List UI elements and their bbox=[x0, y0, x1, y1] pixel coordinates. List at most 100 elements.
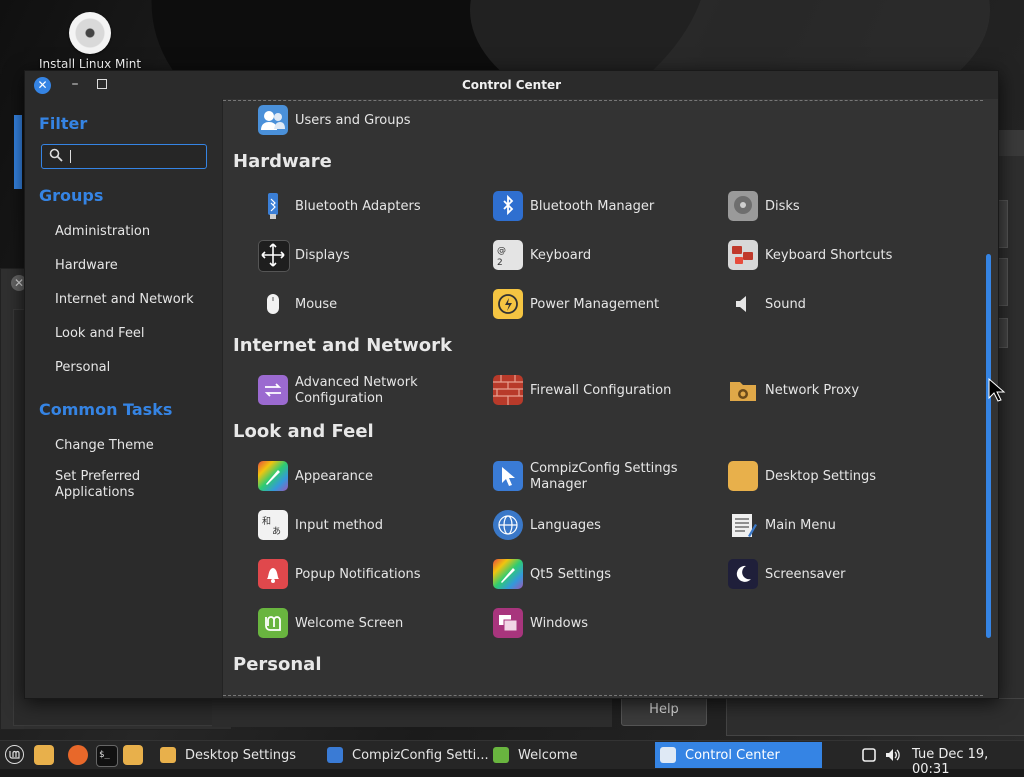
files-icon[interactable] bbox=[34, 745, 54, 765]
item-label: Network Proxy bbox=[765, 383, 860, 398]
item-disks[interactable]: Disks bbox=[728, 191, 958, 223]
background-window-footer bbox=[212, 697, 612, 727]
task-label: CompizConfig Setti... bbox=[352, 747, 489, 763]
svg-text:2: 2 bbox=[497, 258, 503, 268]
folder-icon[interactable] bbox=[123, 745, 143, 765]
item-label: CompizConfig Settings Manager bbox=[530, 461, 678, 492]
window-title: Control Center bbox=[461, 78, 562, 92]
sidebar-item-administration[interactable]: Administration bbox=[55, 224, 205, 240]
item-users-and-groups[interactable]: Users and Groups bbox=[258, 105, 488, 137]
sidebar-item-personal[interactable]: Personal bbox=[55, 360, 205, 376]
bell-icon bbox=[258, 559, 288, 589]
item-compizconfig-settings-manager[interactable]: CompizConfig Settings Manager bbox=[493, 461, 723, 493]
item-displays[interactable]: Displays bbox=[258, 240, 488, 272]
workspace-icon[interactable] bbox=[861, 747, 877, 763]
mouse-icon bbox=[258, 289, 288, 319]
keyboard-shortcuts-icon bbox=[728, 240, 758, 270]
item-keyboard-shortcuts[interactable]: Keyboard Shortcuts bbox=[728, 240, 958, 272]
item-qt5-settings[interactable]: Qt5 Settings bbox=[493, 559, 723, 591]
item-keyboard[interactable]: @2 Keyboard bbox=[493, 240, 723, 272]
item-advanced-network-configuration[interactable]: Advanced Network Configuration bbox=[258, 375, 488, 407]
moon-icon bbox=[728, 559, 758, 589]
task-welcome[interactable]: Welcome bbox=[493, 742, 643, 768]
item-desktop-settings[interactable]: Desktop Settings bbox=[728, 461, 958, 493]
sidebar-item-internet-and-network[interactable]: Internet and Network bbox=[55, 292, 205, 308]
firewall-icon bbox=[493, 375, 523, 405]
groups-heading: Groups bbox=[39, 186, 104, 205]
speaker-icon bbox=[728, 289, 758, 319]
task-label: Welcome bbox=[518, 747, 578, 763]
section-heading-internet-and-network: Internet and Network bbox=[233, 335, 452, 356]
item-input-method[interactable]: 和あ Input method bbox=[258, 510, 488, 542]
item-windows[interactable]: Windows bbox=[493, 608, 723, 640]
item-bluetooth-adapters[interactable]: Bluetooth Adapters bbox=[258, 191, 488, 223]
task-desktop-settings[interactable]: Desktop Settings bbox=[160, 742, 310, 768]
background-control bbox=[998, 258, 1008, 306]
qt5-settings-icon bbox=[493, 559, 523, 589]
item-label: Mouse bbox=[295, 297, 338, 312]
item-bluetooth-manager[interactable]: Bluetooth Manager bbox=[493, 191, 723, 223]
taskbar: $_ Desktop Settings CompizConfig Setti..… bbox=[0, 740, 1024, 777]
scrollbar-thumb[interactable] bbox=[986, 254, 991, 638]
globe-icon bbox=[493, 510, 523, 540]
desktop-icon-install[interactable]: Install Linux Mint bbox=[30, 10, 150, 71]
item-popup-notifications[interactable]: Popup Notifications bbox=[258, 559, 488, 591]
displays-icon bbox=[258, 240, 290, 272]
item-power-management[interactable]: Power Management bbox=[493, 289, 723, 321]
item-mouse[interactable]: Mouse bbox=[258, 289, 488, 321]
mint-logo-icon bbox=[493, 747, 509, 763]
item-label: Displays bbox=[295, 248, 350, 263]
item-label: Disks bbox=[765, 199, 800, 214]
svg-text:あ: あ bbox=[272, 526, 281, 537]
users-icon bbox=[258, 105, 288, 135]
clock[interactable]: Tue Dec 19, 00:31 bbox=[912, 747, 1024, 777]
search-input[interactable] bbox=[41, 144, 207, 169]
task-change-theme[interactable]: Change Theme bbox=[55, 438, 205, 454]
item-label: Appearance bbox=[295, 469, 374, 484]
item-sound[interactable]: Sound bbox=[728, 289, 958, 321]
item-languages[interactable]: Languages bbox=[493, 510, 723, 542]
item-label: Main Menu bbox=[765, 518, 836, 533]
desktop-settings-icon bbox=[728, 461, 758, 491]
desktop-settings-icon bbox=[160, 747, 176, 763]
bluetooth-icon bbox=[493, 191, 523, 221]
sidebar-item-look-and-feel[interactable]: Look and Feel bbox=[55, 326, 205, 342]
item-welcome-screen[interactable]: Welcome Screen bbox=[258, 608, 488, 640]
item-label: Screensaver bbox=[765, 567, 846, 582]
background-window-footer-right bbox=[726, 698, 1024, 736]
task-compizconfig[interactable]: CompizConfig Setti... bbox=[327, 742, 489, 768]
sidebar-item-hardware[interactable]: Hardware bbox=[55, 258, 205, 274]
item-label: Keyboard Shortcuts bbox=[765, 248, 893, 263]
background-control bbox=[998, 318, 1008, 348]
svg-text:$_: $_ bbox=[99, 750, 110, 760]
item-label: Keyboard bbox=[530, 248, 592, 263]
task-control-center[interactable]: Control Center bbox=[655, 742, 822, 768]
disc-icon bbox=[69, 12, 111, 54]
volume-icon[interactable] bbox=[884, 747, 900, 763]
terminal-icon[interactable]: $_ bbox=[96, 745, 118, 767]
item-label: Welcome Screen bbox=[295, 616, 404, 631]
svg-text:和: 和 bbox=[262, 516, 271, 527]
item-main-menu[interactable]: Main Menu bbox=[728, 510, 958, 542]
background-control bbox=[998, 200, 1008, 248]
mint-menu-icon[interactable] bbox=[5, 745, 24, 764]
item-firewall-configuration[interactable]: Firewall Configuration bbox=[493, 375, 723, 407]
item-network-proxy[interactable]: Network Proxy bbox=[728, 375, 958, 407]
item-screensaver[interactable]: Screensaver bbox=[728, 559, 958, 591]
disk-icon bbox=[728, 191, 758, 221]
svg-text:@: @ bbox=[497, 246, 506, 256]
task-set-preferred-applications[interactable]: Set Preferred Applications bbox=[55, 469, 165, 501]
background-window-accent bbox=[14, 115, 22, 189]
item-label: Input method bbox=[295, 518, 383, 533]
windows-icon bbox=[493, 608, 523, 638]
control-center-window: ✕ – Control Center Filter Groups Adminis… bbox=[24, 70, 999, 699]
item-appearance[interactable]: Appearance bbox=[258, 461, 488, 493]
mint-logo-icon bbox=[258, 608, 288, 638]
task-label: Control Center bbox=[685, 747, 780, 763]
title-bar[interactable]: ✕ – Control Center bbox=[25, 71, 998, 99]
task-label: Desktop Settings bbox=[185, 747, 297, 763]
firefox-icon[interactable] bbox=[68, 745, 88, 765]
compizconfig-icon bbox=[493, 461, 523, 491]
keyboard-icon: @2 bbox=[493, 240, 523, 270]
network-icon bbox=[258, 375, 288, 405]
